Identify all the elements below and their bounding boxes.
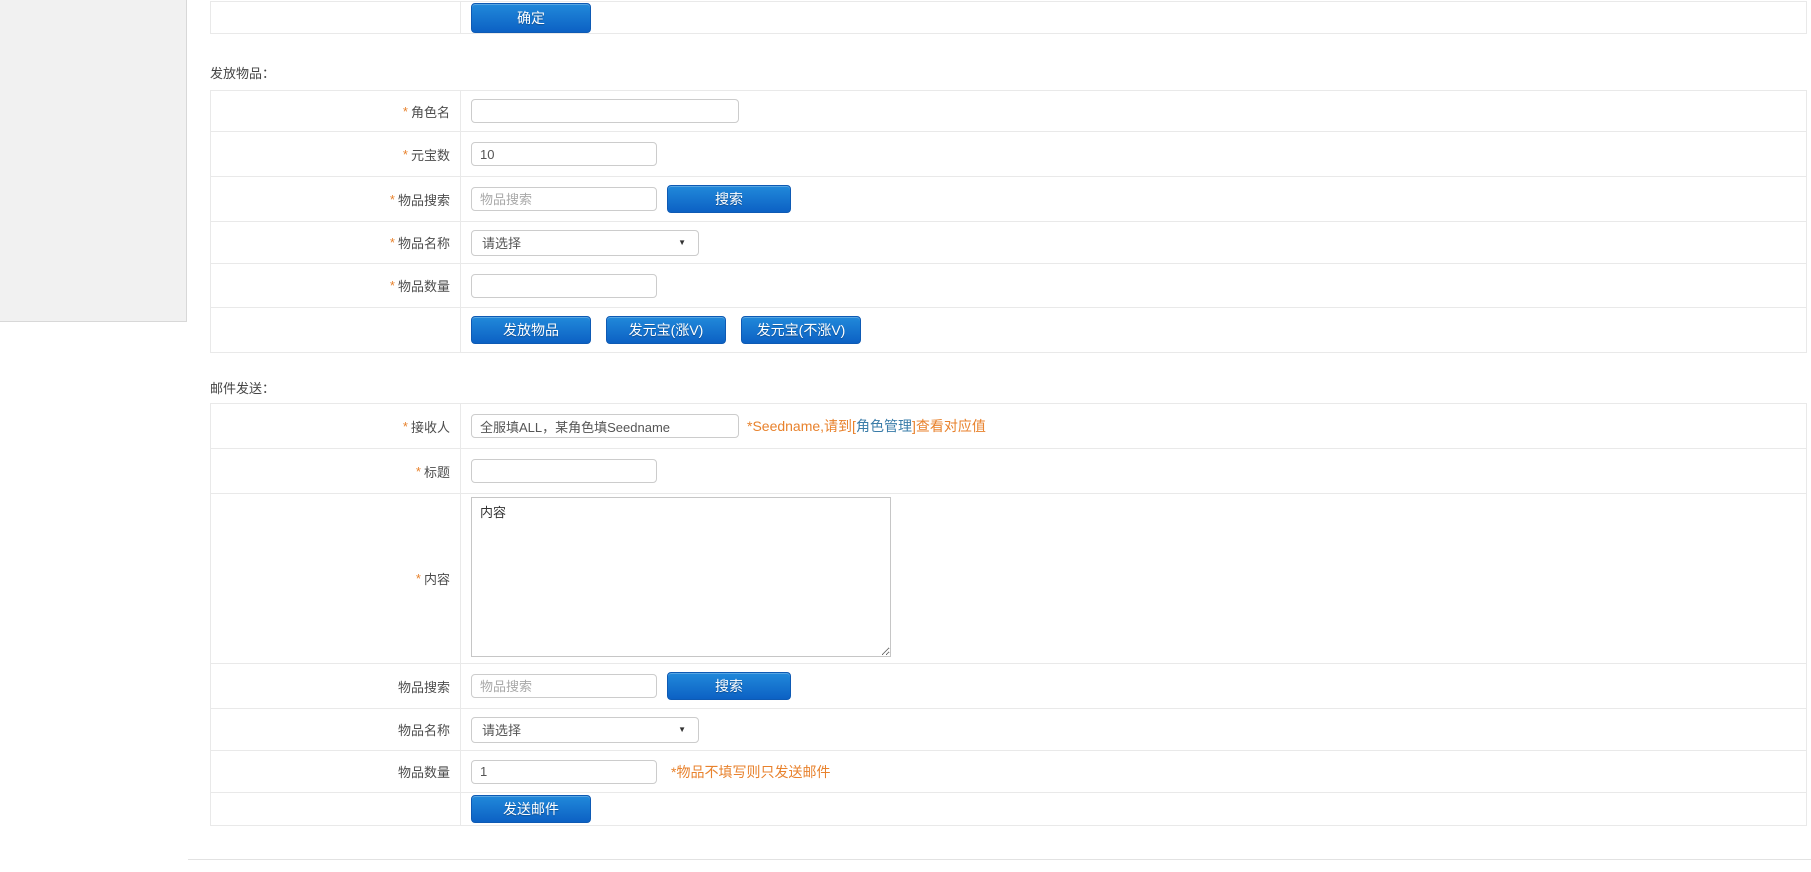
- receiver-input[interactable]: [471, 414, 739, 438]
- item-qty-input[interactable]: [471, 274, 657, 298]
- item-name-selected-value: 请选择: [482, 233, 521, 252]
- item-search-input[interactable]: [471, 187, 657, 211]
- receiver-row: * 接收人 *Seedname,请到[角色管理]查看对应值: [211, 404, 1806, 449]
- mail-item-name-row: 物品名称 请选择 ▼: [211, 709, 1806, 751]
- confirm-panel: 确定: [210, 1, 1807, 34]
- mail-item-name-label: 物品名称: [398, 720, 450, 739]
- content-row: * 内容 内容: [211, 494, 1806, 664]
- chevron-down-icon: ▼: [678, 726, 686, 734]
- confirm-row-label-cell: [211, 2, 461, 33]
- subject-row: * 标题: [211, 449, 1806, 494]
- mail-item-search-input[interactable]: [471, 674, 657, 698]
- receiver-hint-suffix: ]查看对应值: [912, 418, 986, 434]
- role-management-link[interactable]: 角色管理: [856, 418, 912, 434]
- yuanbao-row: * 元宝数: [211, 132, 1806, 177]
- required-marker: *: [390, 192, 395, 207]
- issue-actions-row: 发放物品 发元宝(涨V) 发元宝(不涨V): [211, 308, 1806, 353]
- required-marker: *: [416, 464, 421, 479]
- item-qty-row: * 物品数量: [211, 264, 1806, 308]
- mail-item-name-select[interactable]: 请选择 ▼: [471, 717, 699, 743]
- mail-section-title: 邮件发送：: [210, 378, 275, 397]
- item-name-select[interactable]: 请选择 ▼: [471, 230, 699, 256]
- send-item-button[interactable]: 发放物品: [471, 316, 591, 344]
- sidebar: [0, 0, 187, 322]
- item-search-button[interactable]: 搜索: [667, 185, 791, 213]
- mail-item-search-button[interactable]: 搜索: [667, 672, 791, 700]
- required-marker: *: [403, 147, 408, 162]
- mail-item-qty-label: 物品数量: [398, 762, 450, 781]
- mail-form: * 接收人 *Seedname,请到[角色管理]查看对应值 * 标题 * 内容 …: [210, 403, 1807, 826]
- mail-item-qty-input[interactable]: [471, 760, 657, 784]
- mail-item-qty-row: 物品数量 *物品不填写则只发送邮件: [211, 751, 1806, 793]
- issue-section-title: 发放物品：: [210, 63, 275, 82]
- subject-input[interactable]: [471, 459, 657, 483]
- mail-item-search-label: 物品搜索: [398, 677, 450, 696]
- send-mail-row: 发送邮件: [211, 793, 1806, 826]
- subject-label: 标题: [424, 462, 450, 481]
- mail-item-name-selected-value: 请选择: [482, 720, 521, 739]
- send-yuanbao-vip-button[interactable]: 发元宝(涨V): [606, 316, 726, 344]
- item-search-label: 物品搜索: [398, 190, 450, 209]
- item-qty-label: 物品数量: [398, 276, 450, 295]
- chevron-down-icon: ▼: [678, 239, 686, 247]
- content-textarea[interactable]: 内容: [471, 497, 891, 657]
- required-marker: *: [390, 278, 395, 293]
- item-name-label: 物品名称: [398, 233, 450, 252]
- item-search-row: * 物品搜索 搜索: [211, 177, 1806, 222]
- required-marker: *: [416, 571, 421, 586]
- send-mail-button[interactable]: 发送邮件: [471, 795, 591, 823]
- required-marker: *: [403, 104, 408, 119]
- required-marker: *: [403, 419, 408, 434]
- role-name-input[interactable]: [471, 99, 739, 123]
- item-name-row: * 物品名称 请选择 ▼: [211, 222, 1806, 264]
- confirm-button[interactable]: 确定: [471, 3, 591, 33]
- confirm-row: 确定: [211, 2, 1806, 34]
- role-name-label: 角色名: [411, 102, 450, 121]
- issue-form: * 角色名 * 元宝数 * 物品搜索 搜索 * 物品名称: [210, 90, 1807, 353]
- content-label: 内容: [424, 569, 450, 588]
- yuanbao-input[interactable]: [471, 142, 657, 166]
- receiver-label: 接收人: [411, 417, 450, 436]
- mail-item-qty-hint: *物品不填写则只发送邮件: [671, 762, 830, 782]
- send-yuanbao-novip-button[interactable]: 发元宝(不涨V): [741, 316, 861, 344]
- mail-item-search-row: 物品搜索 搜索: [211, 664, 1806, 709]
- bottom-divider: [188, 859, 1811, 860]
- role-name-row: * 角色名: [211, 91, 1806, 132]
- receiver-hint: *Seedname,请到[角色管理]查看对应值: [747, 416, 986, 436]
- required-marker: *: [390, 235, 395, 250]
- yuanbao-label: 元宝数: [411, 145, 450, 164]
- receiver-hint-prefix: *Seedname,请到[: [747, 418, 856, 434]
